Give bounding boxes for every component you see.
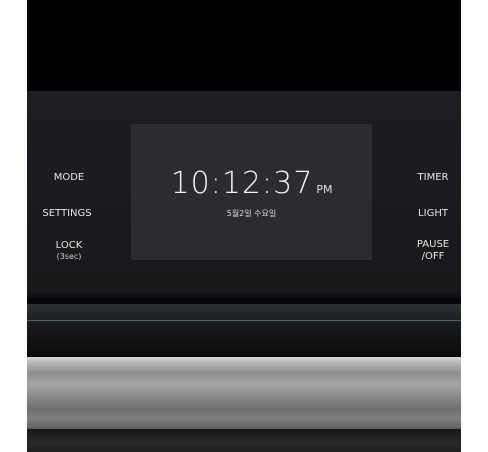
oven-front: MODE SETTINGS LOCK (3sec) 10:12:37 PM 5월2… [27, 0, 461, 452]
pause-off-button[interactable]: PAUSE /OFF [411, 239, 455, 263]
door-handle[interactable] [27, 357, 461, 429]
lock-button[interactable]: LOCK (3sec) [49, 240, 89, 262]
timer-label: TIMER [417, 172, 449, 183]
settings-button[interactable]: SETTINGS [39, 208, 95, 220]
top-trim [27, 0, 461, 91]
clock-ampm: PM [316, 183, 333, 196]
settings-label: SETTINGS [42, 208, 92, 219]
handle-shadow [27, 429, 461, 452]
lock-label: LOCK [55, 240, 83, 251]
door-glass [27, 304, 461, 356]
panel-edge [27, 290, 461, 298]
clock-readout: 10:12:37 PM [131, 166, 372, 201]
off-label: /OFF [421, 251, 445, 262]
glass-reflection-line [27, 320, 461, 321]
mode-button[interactable]: MODE [49, 172, 89, 184]
clock-time: 10:12:37 [170, 166, 314, 201]
pause-label: PAUSE [416, 239, 450, 250]
mode-label: MODE [53, 172, 85, 183]
date-readout: 5월2일 수요일 [226, 209, 277, 218]
time-display: 10:12:37 PM 5월2일 수요일 [131, 124, 372, 260]
lock-hint: (3sec) [56, 252, 82, 261]
light-button[interactable]: LIGHT [411, 208, 455, 220]
timer-button[interactable]: TIMER [411, 172, 455, 184]
light-label: LIGHT [418, 208, 448, 219]
